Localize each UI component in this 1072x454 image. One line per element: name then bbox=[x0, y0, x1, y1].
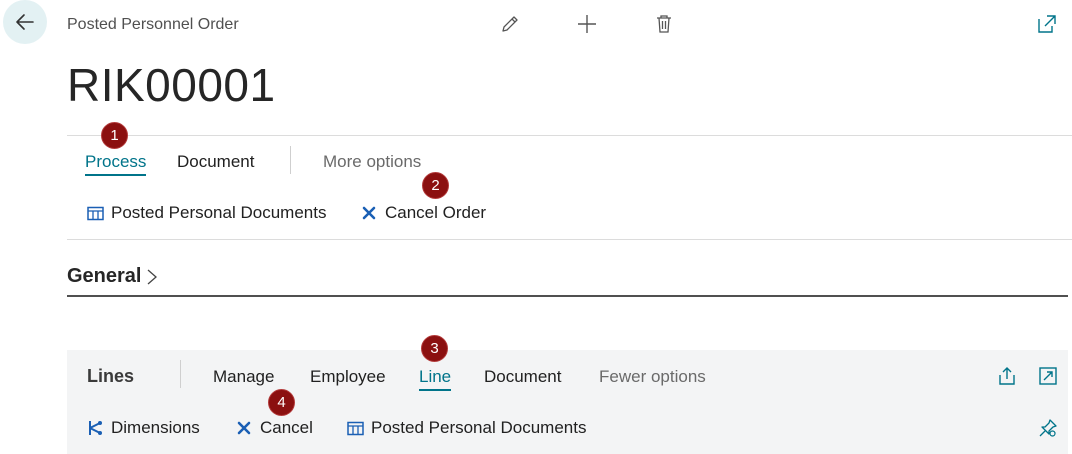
lines-tab-manage[interactable]: Manage bbox=[213, 367, 274, 387]
open-new-window-button[interactable] bbox=[1035, 12, 1059, 36]
tab-more-options[interactable]: More options bbox=[323, 152, 421, 172]
annotation-badge-2: 2 bbox=[422, 172, 449, 199]
general-section-header[interactable]: General bbox=[67, 265, 159, 288]
x-icon bbox=[235, 419, 253, 437]
pencil-icon bbox=[502, 16, 518, 32]
action-label: Posted Personal Documents bbox=[111, 203, 327, 222]
annotation-badge-4: 4 bbox=[268, 389, 295, 416]
lines-tab-document[interactable]: Document bbox=[484, 367, 561, 387]
open-new-window-icon bbox=[1038, 15, 1056, 33]
lines-separator bbox=[180, 360, 181, 388]
new-button[interactable] bbox=[575, 12, 599, 36]
section-title: General bbox=[67, 265, 142, 287]
action-label: Cancel Order bbox=[385, 203, 487, 222]
back-button[interactable] bbox=[3, 0, 47, 44]
plus-icon bbox=[578, 15, 596, 33]
tab-separator bbox=[290, 146, 291, 174]
divider bbox=[67, 135, 1072, 136]
record-title: RIK00001 bbox=[67, 59, 276, 111]
chevron-right-icon bbox=[148, 269, 158, 284]
page-caption: Posted Personnel Order bbox=[67, 16, 239, 33]
delete-button[interactable] bbox=[652, 12, 676, 36]
lines-title: Lines bbox=[87, 366, 135, 386]
action-label: Dimensions bbox=[111, 418, 200, 437]
share-button[interactable] bbox=[995, 364, 1019, 388]
action-label: Posted Personal Documents bbox=[371, 418, 587, 437]
lines-tab-line[interactable]: Line bbox=[419, 367, 452, 391]
lines-posted-personal-documents-action[interactable]: Posted Personal Documents bbox=[346, 418, 586, 438]
lines-tab-employee[interactable]: Employee bbox=[310, 367, 386, 387]
divider bbox=[67, 239, 1072, 240]
table-icon bbox=[86, 204, 104, 222]
section-divider bbox=[67, 295, 1068, 297]
posted-personal-documents-action[interactable]: Posted Personal Documents bbox=[86, 203, 326, 223]
pin-icon bbox=[1039, 419, 1057, 437]
tab-document[interactable]: Document bbox=[177, 152, 254, 172]
trash-icon bbox=[657, 15, 671, 33]
annotation-badge-3: 3 bbox=[421, 335, 448, 362]
annotation-badge-1: 1 bbox=[101, 122, 128, 149]
x-icon bbox=[360, 204, 378, 222]
table-icon bbox=[346, 419, 364, 437]
cancel-order-action[interactable]: Cancel Order bbox=[360, 203, 486, 223]
tab-process[interactable]: Process bbox=[85, 152, 147, 176]
pin-button[interactable] bbox=[1036, 416, 1060, 440]
lines-panel bbox=[67, 350, 1068, 454]
action-label: Cancel bbox=[260, 418, 313, 437]
lines-tab-fewer-options[interactable]: Fewer options bbox=[599, 367, 706, 387]
share-icon bbox=[999, 367, 1015, 385]
cancel-action[interactable]: Cancel bbox=[235, 418, 313, 438]
dimensions-icon bbox=[86, 419, 104, 437]
arrow-left-icon bbox=[16, 14, 34, 30]
expand-icon bbox=[1039, 367, 1057, 385]
edit-button[interactable] bbox=[498, 12, 522, 36]
expand-button[interactable] bbox=[1036, 364, 1060, 388]
dimensions-action[interactable]: Dimensions bbox=[86, 418, 200, 438]
